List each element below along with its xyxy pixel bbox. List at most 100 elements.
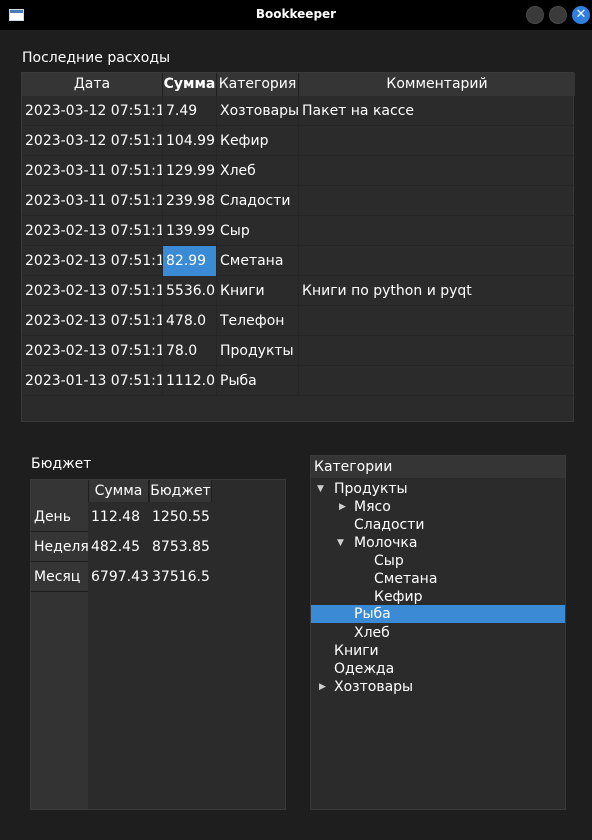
cell-comment[interactable] (299, 156, 575, 186)
maximize-button[interactable] (549, 6, 567, 24)
row-header-day[interactable]: День (31, 502, 88, 532)
collapsed-arrow-icon[interactable]: ▶ (319, 678, 326, 696)
cell-date[interactable]: 2023-03-12 07:51:11 (22, 126, 163, 156)
cell-comment[interactable] (299, 246, 575, 276)
table-row[interactable]: 2023-02-13 07:51:11 82.99 Сметана (22, 246, 575, 276)
cell-category[interactable]: Кефир (217, 126, 299, 156)
cell-comment[interactable] (299, 336, 575, 366)
expanded-arrow-icon[interactable]: ▼ (337, 534, 344, 552)
cell-comment[interactable] (299, 306, 575, 336)
table-row[interactable]: 2023-03-12 07:51:11 104.99 Кефир (22, 126, 575, 156)
tree-item-label: Мясо (354, 499, 391, 515)
cell-comment[interactable]: Книги по python и pyqt (299, 276, 575, 306)
tree-item-produkty[interactable]: ▼ Продукты (311, 480, 565, 498)
tree-item-kefir[interactable]: Кефир (311, 588, 565, 606)
tree-item-smetana[interactable]: Сметана (311, 570, 565, 588)
tree-item-label: Сыр (374, 553, 404, 569)
window-title: Bookkeeper (255, 7, 337, 21)
tree-item-label: Продукты (334, 481, 408, 497)
column-header-sum[interactable]: Сумма (163, 73, 217, 96)
tree-item-label: Хлеб (354, 625, 390, 641)
cell-sum[interactable]: 478.0 (163, 306, 217, 336)
cell-comment[interactable] (299, 366, 575, 396)
cell-category[interactable]: Книги (217, 276, 299, 306)
tree-item-sladosti[interactable]: Сладости (311, 516, 565, 534)
row-header-week[interactable]: Неделя (31, 532, 89, 562)
cell-date[interactable]: 2023-02-13 07:51:11 (22, 216, 163, 246)
tree-item-label: Сметана (374, 571, 438, 587)
tree-item-khoztovary[interactable]: ▶ Хозтовары (311, 678, 565, 696)
cell-category[interactable]: Хозтовары (217, 96, 299, 126)
cell-category[interactable]: Рыба (217, 366, 299, 396)
cell-sum[interactable]: 5536.0 (163, 276, 217, 306)
cell-date[interactable]: 2023-02-13 07:51:11 (22, 336, 163, 366)
tree-item-odezhda[interactable]: Одежда (311, 660, 565, 678)
cell-date[interactable]: 2023-03-12 07:51:11 (22, 96, 163, 126)
cell-date[interactable]: 2023-03-11 07:51:11 (22, 156, 163, 186)
cell-category[interactable]: Телефон (217, 306, 299, 336)
cell-date[interactable]: 2023-03-11 07:51:11 (22, 186, 163, 216)
table-row[interactable]: 2023-02-13 07:51:11 478.0 Телефон (22, 306, 575, 336)
cell-sum[interactable]: 239.98 (163, 186, 217, 216)
tree-item-ryba[interactable]: Рыба (311, 605, 565, 623)
expanded-arrow-icon[interactable]: ▼ (317, 480, 324, 498)
expenses-table-header: Дата Сумма Категория Комментарий (22, 73, 575, 96)
cell-sum[interactable]: 139.99 (163, 216, 217, 246)
cell-comment[interactable]: Пакет на кассе (299, 96, 575, 126)
budget-cell-budget[interactable]: 37516.5 (149, 562, 212, 592)
expenses-table[interactable]: Дата Сумма Категория Комментарий 2023-03… (21, 72, 575, 422)
cell-sum[interactable]: 7.49 (163, 96, 217, 126)
budget-cell-sum[interactable]: 112.48 (88, 502, 149, 532)
budget-cell-sum[interactable]: 482.45 (88, 532, 149, 562)
table-row[interactable]: 2023-02-13 07:51:11 5536.0 Книги Книги п… (22, 276, 575, 306)
tree-header[interactable]: Категории (311, 456, 565, 478)
tree-item-label: Одежда (334, 661, 395, 677)
tree-item-khleb[interactable]: Хлеб (311, 624, 565, 642)
budget-cell-budget[interactable]: 1250.55 (149, 502, 212, 532)
cell-comment[interactable] (299, 126, 575, 156)
table-row[interactable]: 2023-02-13 07:51:11 139.99 Сыр (22, 216, 575, 246)
budget-cell-budget[interactable]: 8753.85 (149, 532, 212, 562)
table-row[interactable]: 2023-03-12 07:51:11 7.49 Хозтовары Пакет… (22, 96, 575, 126)
cell-category[interactable]: Сладости (217, 186, 299, 216)
cell-date[interactable]: 2023-02-13 07:51:11 (22, 306, 163, 336)
collapsed-arrow-icon[interactable]: ▶ (339, 498, 346, 516)
cell-sum-selected[interactable]: 82.99 (163, 246, 217, 276)
title-bar[interactable]: Bookkeeper ✕ (0, 0, 592, 30)
table-row[interactable]: 2023-03-11 07:51:11 129.99 Хлеб (22, 156, 575, 186)
cell-comment[interactable] (299, 186, 575, 216)
cell-sum[interactable]: 129.99 (163, 156, 217, 186)
row-header-month[interactable]: Месяц (31, 562, 88, 592)
cell-category[interactable]: Сыр (217, 216, 299, 246)
budget-cell-sum[interactable]: 6797.43 (88, 562, 149, 592)
table-row[interactable]: 2023-01-13 07:51:11 1112.0 Рыба (22, 366, 575, 396)
cell-sum[interactable]: 104.99 (163, 126, 217, 156)
cell-comment[interactable] (299, 216, 575, 246)
table-row[interactable]: 2023-03-11 07:51:11 239.98 Сладости (22, 186, 575, 216)
tree-item-syr[interactable]: Сыр (311, 552, 565, 570)
budget-table-corner (31, 480, 88, 502)
column-header-budget[interactable]: Бюджет (149, 480, 212, 502)
cell-category[interactable]: Сметана (217, 246, 299, 276)
column-header-category[interactable]: Категория (217, 73, 299, 96)
close-button[interactable]: ✕ (572, 6, 590, 24)
cell-date[interactable]: 2023-02-13 07:51:11 (22, 276, 163, 306)
column-header-sum[interactable]: Сумма (88, 480, 149, 502)
cell-sum[interactable]: 78.0 (163, 336, 217, 366)
cell-category[interactable]: Продукты (217, 336, 299, 366)
cell-category[interactable]: Хлеб (217, 156, 299, 186)
minimize-button[interactable] (526, 6, 544, 24)
tree-item-myaso[interactable]: ▶ Мясо (311, 498, 565, 516)
tree-item-molochka[interactable]: ▼ Молочка (311, 534, 565, 552)
cell-sum[interactable]: 1112.0 (163, 366, 217, 396)
main-window: Bookkeeper ✕ Последние расходы Дата Сумм… (0, 0, 592, 840)
table-row[interactable]: 2023-02-13 07:51:11 78.0 Продукты (22, 336, 575, 366)
budget-table[interactable]: Сумма Бюджет День 112.48 1250.55 Неделя … (30, 479, 286, 810)
cell-date[interactable]: 2023-02-13 07:51:11 (22, 246, 163, 276)
column-header-date[interactable]: Дата (22, 73, 163, 96)
tree-item-label: Молочка (354, 535, 418, 551)
column-header-comment[interactable]: Комментарий (299, 73, 575, 96)
categories-tree[interactable]: Категории ▼ Продукты ▶ Мясо Сладости ▼ М… (310, 455, 566, 810)
cell-date[interactable]: 2023-01-13 07:51:11 (22, 366, 163, 396)
tree-item-knigi[interactable]: Книги (311, 642, 565, 660)
